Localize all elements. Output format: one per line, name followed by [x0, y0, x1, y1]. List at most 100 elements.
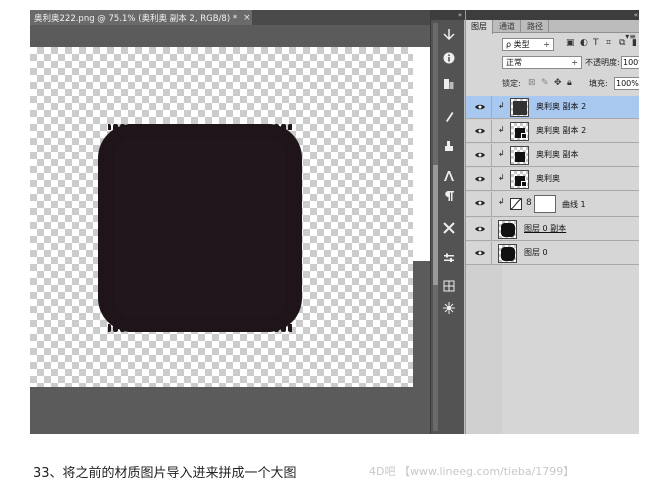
- clipping-arrow-icon: ↲: [498, 197, 505, 206]
- adjustment-filter-icon[interactable]: ◐: [580, 37, 588, 50]
- tab-layers[interactable]: 图层: [466, 20, 493, 34]
- clipping-arrow-icon: ↲: [498, 125, 505, 134]
- visibility-toggle[interactable]: [466, 218, 492, 241]
- visibility-toggle[interactable]: [466, 242, 492, 265]
- tab-channels[interactable]: 通道: [494, 20, 521, 33]
- layer-name[interactable]: 曲线 1: [562, 199, 586, 211]
- fill-label: 填充:: [589, 79, 608, 88]
- adjustments-icon[interactable]: [440, 250, 458, 266]
- oreo-cookie-shape: [98, 124, 302, 332]
- blend-mode-value: 正常: [506, 58, 522, 67]
- history-icon[interactable]: [440, 26, 458, 42]
- collapse-panel-icon[interactable]: «: [634, 10, 638, 20]
- fill-input[interactable]: 100%: [614, 77, 639, 90]
- chevron-down-icon: ÷: [543, 40, 550, 49]
- type-filter-icon[interactable]: T: [593, 37, 599, 50]
- close-tab-icon[interactable]: ×: [243, 13, 251, 23]
- visibility-toggle[interactable]: [466, 168, 492, 191]
- layer-name[interactable]: 奥利奥 副本 2: [536, 125, 586, 137]
- paragraph-icon[interactable]: [440, 188, 458, 204]
- curves-icon: [510, 198, 522, 210]
- document-tab-title: 奥利奥222.png @ 75.1% (奥利奥 副本 2, RGB/8) *: [34, 13, 238, 24]
- document-tab-bar: 奥利奥222.png @ 75.1% (奥利奥 副本 2, RGB/8) * ×: [30, 10, 430, 25]
- filter-toggle-icon[interactable]: ▮: [632, 37, 637, 50]
- link-icon: 8: [526, 198, 532, 208]
- layer-thumbnail: [510, 98, 529, 117]
- visibility-toggle[interactable]: [466, 144, 492, 167]
- layer-row[interactable]: ↲ 奥利奥: [466, 168, 639, 191]
- layer-row[interactable]: ↲ 奥利奥 副本: [466, 144, 639, 167]
- transparent-canvas[interactable]: [30, 47, 413, 387]
- eye-icon: [475, 176, 485, 182]
- search-icon: ρ: [506, 40, 512, 49]
- lock-row: 锁定: ⊠ ✎ ✥ 🔒︎ 填充: 100%: [466, 76, 639, 91]
- clone-source-icon[interactable]: [440, 138, 458, 154]
- lock-pixels-icon[interactable]: ✎: [541, 77, 549, 90]
- layer-thumbnail: [510, 122, 529, 141]
- layer-thumbnail: [510, 146, 529, 165]
- character-icon[interactable]: [440, 168, 458, 184]
- fill-value: 100%: [616, 79, 639, 88]
- layer-row[interactable]: ↲ 8 曲线 1: [466, 192, 639, 217]
- collapse-icon[interactable]: »: [455, 10, 465, 20]
- shape-filter-icon[interactable]: ⌗: [606, 37, 611, 50]
- clipping-arrow-icon: ↲: [498, 149, 505, 158]
- filter-kind-value: 类型: [513, 40, 530, 49]
- blend-row: 正常 ÷ 不透明度: 100%: [466, 55, 639, 70]
- lock-position-icon[interactable]: ✥: [554, 77, 562, 90]
- watermark: 4D吧 【www.lineeg.com/tieba/1799】: [369, 465, 575, 478]
- visibility-toggle[interactable]: [466, 120, 492, 143]
- info-icon[interactable]: [440, 50, 458, 66]
- 3d-icon[interactable]: [440, 300, 458, 316]
- canvas-area[interactable]: [30, 25, 430, 434]
- eye-icon: [475, 250, 485, 256]
- document-tab[interactable]: 奥利奥222.png @ 75.1% (奥利奥 副本 2, RGB/8) * ×: [30, 10, 252, 25]
- lock-all-icon[interactable]: 🔒︎: [567, 77, 572, 90]
- panel-icon-column: »: [430, 10, 465, 434]
- canvas-edge: [413, 47, 430, 261]
- layer-thumbnail: [510, 170, 529, 189]
- chevron-down-icon: ÷: [571, 58, 578, 67]
- layer-row[interactable]: 图层 0: [466, 242, 639, 265]
- scrollbar-thumb[interactable]: [433, 165, 438, 285]
- image-filter-icon[interactable]: ▣: [566, 37, 575, 50]
- layer-name[interactable]: 奥利奥 副本 2: [536, 101, 586, 113]
- opacity-label: 不透明度:: [585, 58, 620, 67]
- adjustment-mask-thumbnail: [534, 195, 556, 213]
- blend-mode-select[interactable]: 正常 ÷: [502, 56, 582, 69]
- opacity-value: 100%: [623, 58, 639, 67]
- grid-icon[interactable]: [440, 278, 458, 294]
- layer-thumbnail: [498, 244, 517, 263]
- layer-row[interactable]: ↲ 奥利奥 副本 2: [466, 96, 639, 119]
- panel-header: «: [466, 10, 639, 20]
- layer-row[interactable]: ↲ 奥利奥 副本 2: [466, 120, 639, 143]
- tutorial-caption: 33、将之前的材质图片导入进来拼成一个大图: [33, 466, 297, 481]
- panel-tabs: 图层 通道 路径 ▾≡: [466, 20, 639, 41]
- layer-name[interactable]: 奥利奥 副本: [536, 149, 579, 161]
- swatches-icon[interactable]: [440, 76, 458, 92]
- eye-icon: [475, 200, 485, 206]
- layer-thumbnail: [498, 220, 517, 239]
- visibility-toggle[interactable]: [466, 96, 492, 119]
- layer-row[interactable]: 图层 0 副本: [466, 218, 639, 241]
- eye-icon: [475, 128, 485, 134]
- clipping-arrow-icon: ↲: [498, 173, 505, 182]
- layers-panel: « 图层 通道 路径 ▾≡ ρ 类型 ÷ ▣ ◐ T ⌗ ⧉ ▮ 正常 ÷ 不透…: [465, 10, 639, 434]
- visibility-toggle[interactable]: [466, 192, 492, 217]
- tab-paths[interactable]: 路径: [522, 20, 549, 33]
- eye-icon: [475, 226, 485, 232]
- tools-preset-icon[interactable]: [440, 220, 458, 236]
- layer-name[interactable]: 图层 0 副本: [524, 223, 566, 235]
- clipping-arrow-icon: ↲: [498, 101, 505, 110]
- eye-icon: [475, 104, 485, 110]
- layer-name[interactable]: 图层 0: [524, 247, 548, 259]
- eye-icon: [475, 152, 485, 158]
- brush-icon[interactable]: [440, 108, 458, 124]
- layer-name[interactable]: 奥利奥: [536, 173, 560, 185]
- opacity-input[interactable]: 100%: [621, 56, 639, 69]
- smart-object-filter-icon[interactable]: ⧉: [619, 37, 625, 50]
- lock-transparency-icon[interactable]: ⊠: [528, 77, 536, 90]
- filter-kind-select[interactable]: ρ 类型 ÷: [502, 38, 554, 51]
- filter-row: ρ 类型 ÷ ▣ ◐ T ⌗ ⧉ ▮: [466, 37, 639, 52]
- lock-label: 锁定:: [502, 79, 521, 88]
